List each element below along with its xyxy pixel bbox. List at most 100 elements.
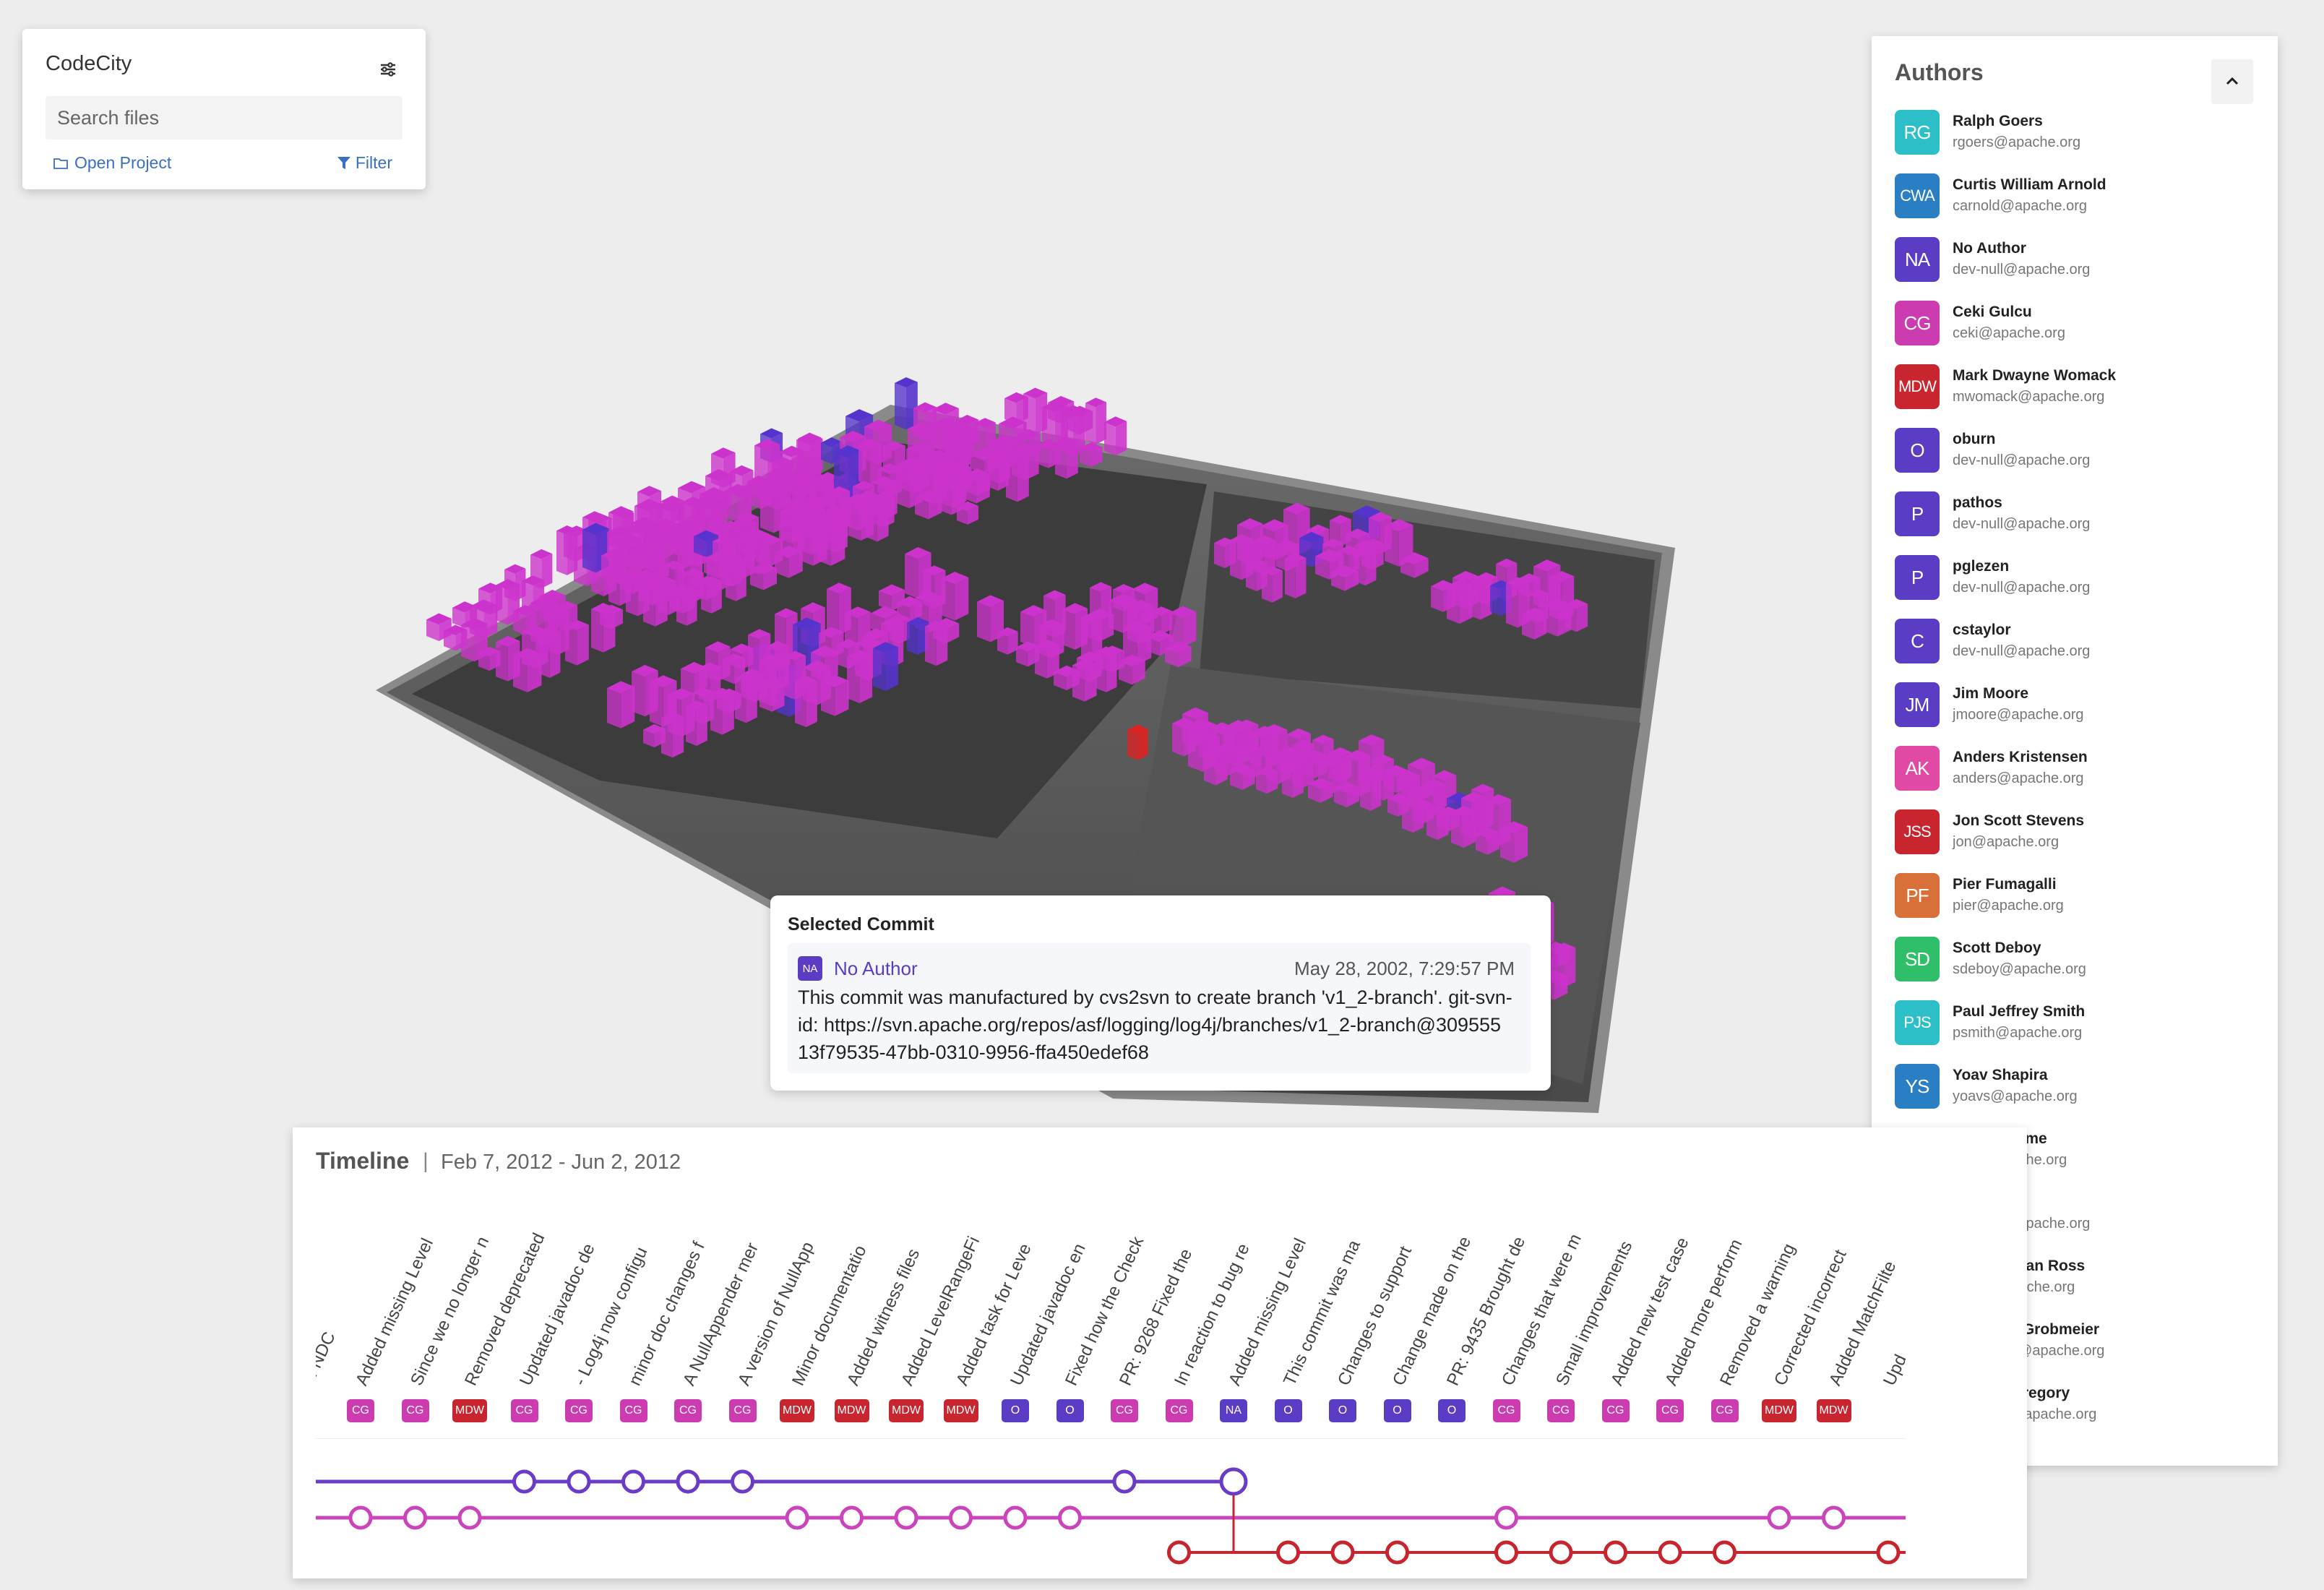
city-building[interactable] (722, 692, 734, 735)
timeline-author-badge[interactable]: NA (1220, 1399, 1247, 1422)
timeline-commit-label[interactable]: Upd (1880, 1352, 1906, 1389)
city-building[interactable] (701, 582, 712, 614)
city-building[interactable] (735, 678, 746, 723)
city-building[interactable] (1426, 810, 1438, 841)
timeline-author-badge[interactable]: MDW (1816, 1399, 1851, 1422)
city-building[interactable] (847, 656, 860, 704)
city-building[interactable] (1169, 613, 1183, 648)
city-building[interactable] (1214, 543, 1225, 568)
timeline-commit-node[interactable] (457, 1505, 482, 1530)
author-item[interactable]: Ppglezen dev-null@apache.org (1895, 555, 2256, 606)
city-building[interactable] (539, 632, 550, 678)
city-building[interactable] (759, 683, 772, 712)
city-building[interactable] (650, 682, 663, 727)
city-building[interactable] (1303, 744, 1314, 788)
city-building[interactable] (724, 491, 739, 523)
city-building[interactable] (1106, 650, 1117, 692)
city-building[interactable] (1272, 570, 1283, 603)
timeline-commit-node[interactable] (840, 1505, 864, 1530)
open-project-button[interactable]: Open Project (53, 153, 171, 173)
city-building[interactable] (676, 595, 687, 626)
timeline-commit-node[interactable] (1167, 1540, 1191, 1565)
timeline-commit-node[interactable] (1713, 1540, 1736, 1565)
author-item[interactable]: Ccstaylor dev-null@apache.org (1895, 619, 2256, 669)
city-building[interactable] (1006, 456, 1017, 502)
city-building[interactable] (1072, 665, 1085, 702)
city-building[interactable] (760, 486, 774, 533)
timeline-commit-node[interactable] (1767, 1505, 1791, 1530)
search-field[interactable] (46, 96, 403, 139)
sliders-icon[interactable] (375, 56, 401, 82)
author-item[interactable]: MDW Mark Dwayne Womack mwomack@apache.org (1895, 364, 2256, 415)
timeline-author-badge[interactable]: CG (565, 1399, 593, 1422)
city-building[interactable] (746, 677, 757, 723)
author-item[interactable]: YS Yoav Shapira yoavs@apache.org (1895, 1064, 2256, 1114)
city-building[interactable] (1230, 540, 1241, 580)
timeline-commit-node[interactable] (1112, 1469, 1137, 1494)
city-building[interactable] (672, 716, 684, 758)
timeline-commit-graph[interactable] (316, 1445, 1906, 1578)
timeline-author-badge[interactable]: CG (674, 1399, 702, 1422)
city-building[interactable] (496, 642, 508, 682)
timeline-scroll-area[interactable]: of NDC Added missing Level Since we no lon… (316, 1185, 1906, 1578)
timeline-author-badge[interactable]: CG (1165, 1399, 1193, 1422)
city-building[interactable] (1188, 726, 1202, 772)
city-building[interactable] (1104, 422, 1116, 456)
city-building[interactable] (1204, 752, 1216, 786)
city-building[interactable] (686, 706, 697, 746)
city-building[interactable] (1096, 651, 1106, 692)
city-building[interactable] (658, 588, 669, 616)
city-building[interactable] (1359, 741, 1372, 786)
city-building[interactable] (960, 426, 971, 469)
city-building[interactable] (785, 484, 796, 521)
timeline-commit-node[interactable] (785, 1505, 809, 1530)
city-building[interactable] (591, 609, 603, 653)
city-building[interactable] (784, 656, 796, 700)
city-building[interactable] (806, 680, 817, 728)
timeline-author-badge[interactable]: MDW (889, 1399, 924, 1422)
city-building[interactable] (895, 383, 906, 430)
city-building[interactable] (1017, 455, 1029, 502)
city-building[interactable] (877, 504, 889, 542)
city-building[interactable] (936, 625, 948, 666)
city-building[interactable] (461, 624, 475, 662)
city-building[interactable] (710, 694, 723, 735)
city-building[interactable] (711, 580, 722, 614)
commit-author-link[interactable]: No Author (834, 958, 918, 980)
city-building[interactable] (1451, 812, 1464, 848)
author-item[interactable]: PF Pier Fumagalli pier@apache.org (1895, 873, 2256, 924)
city-building[interactable] (809, 438, 823, 477)
collapse-button[interactable] (2211, 59, 2253, 104)
author-item[interactable]: PJS Paul Jeffrey Smith psmith@apache.org (1895, 1000, 2256, 1051)
city-building[interactable] (1295, 557, 1307, 598)
timeline-commit-node[interactable] (1330, 1540, 1355, 1565)
city-building[interactable] (1468, 582, 1481, 620)
city-building[interactable] (1066, 442, 1078, 479)
timeline-author-badge[interactable]: CG (401, 1399, 429, 1422)
city-building[interactable] (977, 601, 991, 643)
timeline-author-badge[interactable]: O (1383, 1399, 1411, 1422)
author-item[interactable]: JM Jim Moore jmoore@apache.org (1895, 682, 2256, 733)
timeline-commit-node[interactable] (1385, 1540, 1409, 1565)
city-building[interactable] (817, 518, 831, 566)
timeline-author-badge[interactable]: CG (510, 1399, 538, 1422)
city-building[interactable] (603, 608, 616, 653)
city-building[interactable] (1365, 544, 1377, 586)
timeline-author-badge[interactable]: O (1056, 1399, 1084, 1422)
city-building[interactable] (661, 718, 673, 758)
city-building[interactable] (1262, 571, 1273, 603)
city-building[interactable] (1354, 545, 1366, 586)
city-building[interactable] (1246, 564, 1257, 591)
city-building[interactable] (1385, 526, 1399, 567)
timeline-author-badge[interactable]: MDW (834, 1399, 869, 1422)
city-building[interactable] (1506, 583, 1518, 628)
city-building[interactable] (577, 624, 589, 666)
filter-button[interactable]: Filter (337, 153, 392, 173)
city-building[interactable] (1137, 729, 1148, 760)
city-building[interactable] (847, 499, 858, 531)
author-item[interactable]: AK Anders Kristensen anders@apache.org (1895, 746, 2256, 796)
city-building[interactable] (821, 682, 835, 716)
timeline-author-badge[interactable]: CG (1601, 1399, 1630, 1422)
city-building[interactable] (608, 580, 620, 606)
author-item[interactable]: JSS Jon Scott Stevens jon@apache.org (1895, 809, 2256, 860)
